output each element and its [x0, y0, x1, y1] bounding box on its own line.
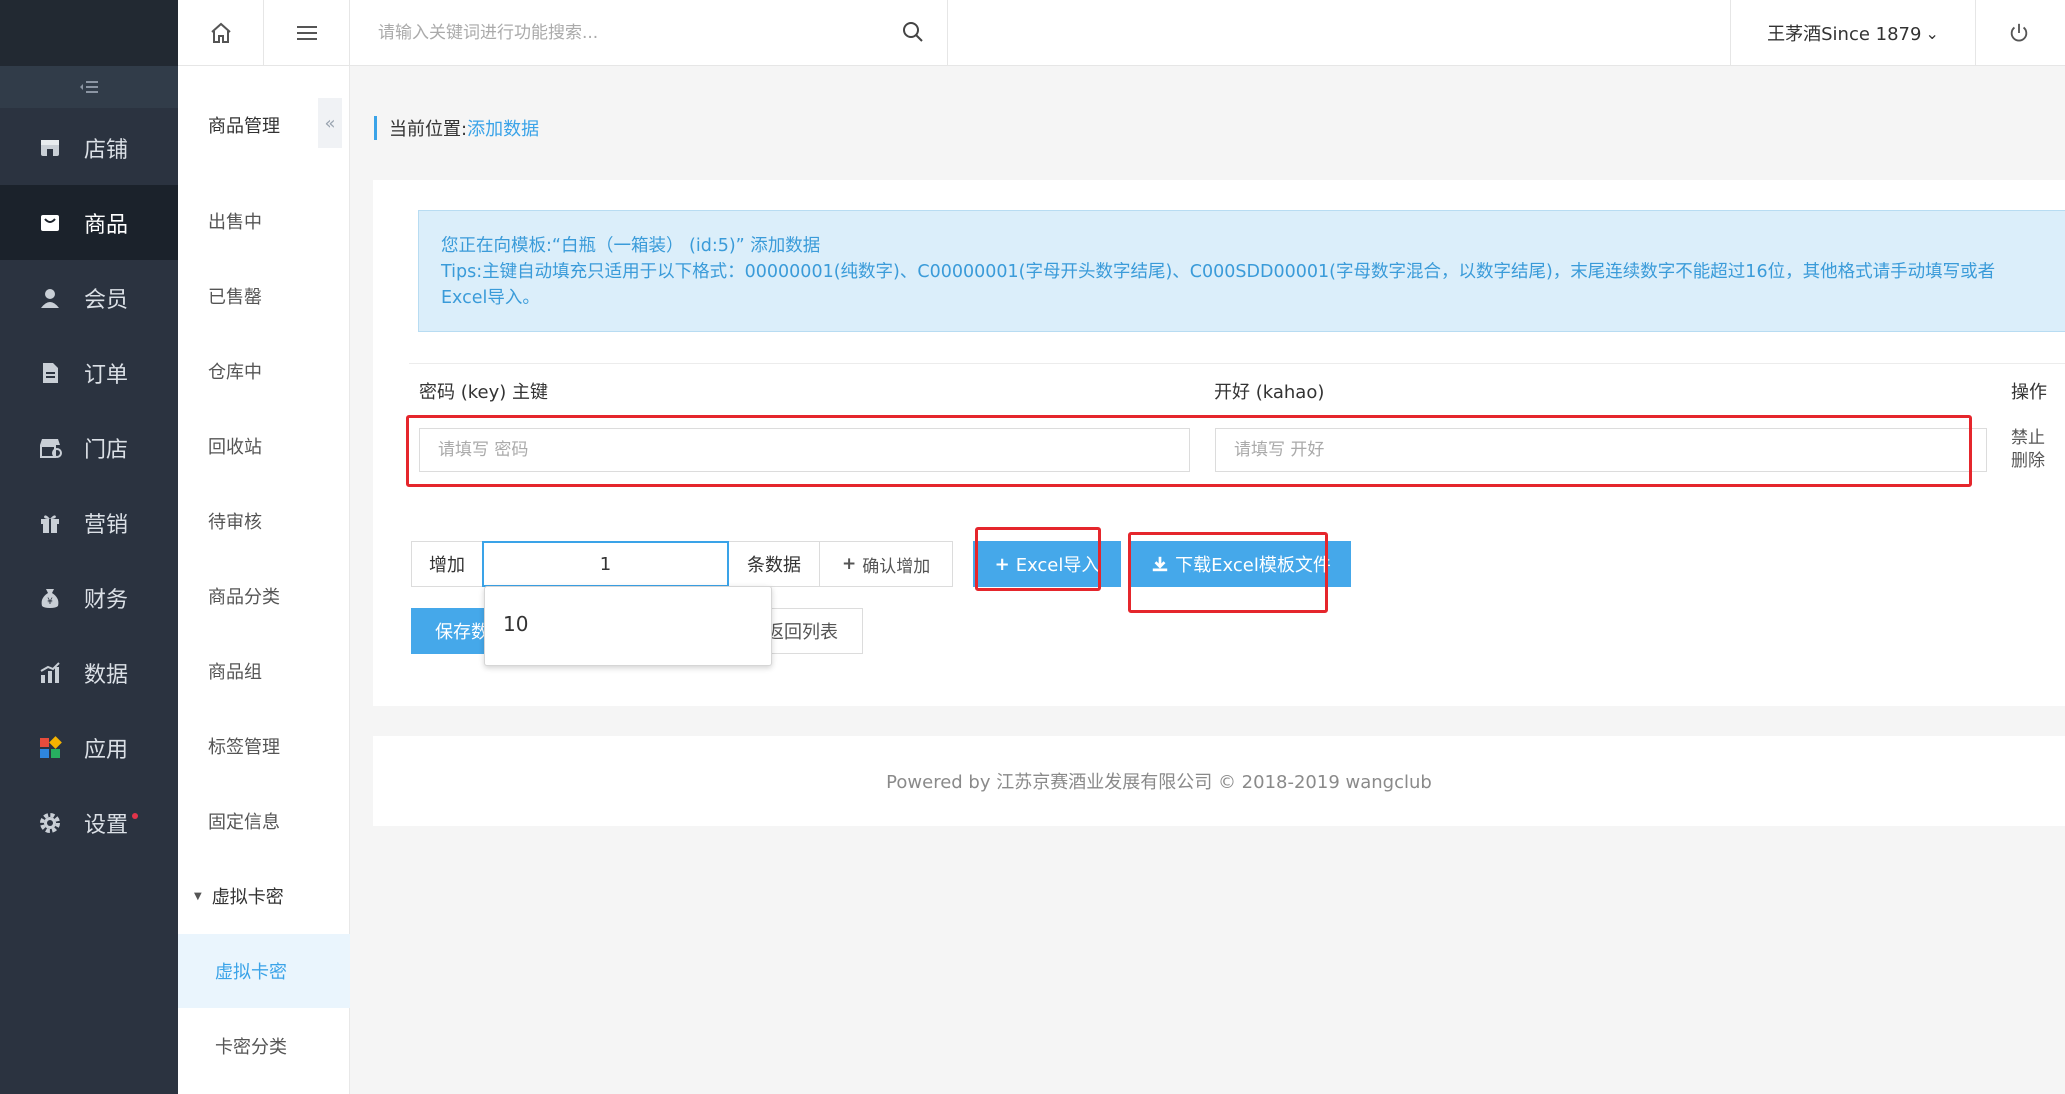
home-icon	[210, 22, 231, 43]
nav-label: 订单	[84, 362, 129, 388]
app-root: 店铺 商品 会员 订单 门店 营销 ¥ 财务 数据 应用 设置 商品管理 « 出…	[0, 0, 2065, 1094]
nav-item-goods[interactable]: 商品	[0, 185, 178, 260]
subnav-item-virtual-card[interactable]: 虚拟卡密	[178, 934, 350, 1008]
user-icon	[36, 284, 64, 312]
nav-label: 营销	[84, 512, 129, 538]
subnav-item-pending-review[interactable]: 待审核	[178, 484, 350, 558]
search-bar	[350, 0, 948, 66]
red-highlight-box	[975, 527, 1101, 591]
add-count-input[interactable]	[482, 541, 729, 587]
topbar: 王茅酒Since 1879 ⌄	[178, 0, 2065, 66]
table-header: 密码 (key) 主键 开好 (kahao) 操作	[409, 363, 2065, 413]
column-header-key: 密码 (key) 主键	[419, 382, 548, 403]
double-chevron-left-icon: «	[324, 112, 336, 134]
red-highlight-box	[406, 415, 1972, 487]
count-suggestion-dropdown: 10	[484, 586, 772, 666]
user-name: 王茅酒Since 1879	[1767, 24, 1922, 45]
shop-icon	[36, 434, 64, 462]
nav-item-member[interactable]: 会员	[0, 260, 178, 335]
footer-text: Powered by 江苏京赛酒业发展有限公司 © 2018-2019 wang…	[886, 772, 1432, 793]
footer: Powered by 江苏京赛酒业发展有限公司 © 2018-2019 wang…	[373, 736, 2065, 826]
home-button[interactable]	[178, 0, 264, 66]
nav-label: 应用	[84, 737, 129, 763]
search-icon[interactable]	[901, 20, 925, 44]
apps-icon	[36, 734, 64, 762]
breadcrumb-label: 当前位置:	[389, 119, 468, 140]
subnav-item-card-category[interactable]: 卡密分类	[178, 1009, 350, 1083]
search-input[interactable]	[378, 23, 878, 43]
nav-item-marketing[interactable]: 营销	[0, 485, 178, 560]
delete-link[interactable]: 删除	[2011, 446, 2045, 471]
confirm-add-label: 确认增加	[862, 556, 931, 577]
disable-link[interactable]: 禁止	[2011, 423, 2045, 448]
add-prefix-label: 增加	[411, 541, 483, 587]
menu-button[interactable]	[264, 0, 350, 66]
add-unit-label: 条数据	[729, 541, 820, 587]
subnav-item-recycle-bin[interactable]: 回收站	[178, 409, 350, 483]
chevron-down-icon: ⌄	[1925, 23, 1939, 43]
nav-label: 设置	[84, 812, 129, 838]
nav-item-shop[interactable]: 门店	[0, 410, 178, 485]
bar-chart-icon	[36, 659, 64, 687]
subnav-item-fixed-info[interactable]: 固定信息	[178, 784, 350, 858]
breadcrumb-current[interactable]: 添加数据	[467, 115, 539, 141]
svg-text:¥: ¥	[47, 597, 53, 607]
nav-item-data[interactable]: 数据	[0, 635, 178, 710]
subnav-item-category[interactable]: 商品分类	[178, 559, 350, 633]
subnav-item-sold-out[interactable]: 已售罄	[178, 259, 350, 333]
gear-icon	[36, 809, 64, 837]
nav-label: 会员	[84, 287, 129, 313]
notification-dot	[132, 812, 139, 819]
nav-label: 财务	[84, 587, 129, 613]
secondary-sidebar-title: 商品管理	[208, 116, 280, 137]
subnav-item-goods-group[interactable]: 商品组	[178, 634, 350, 708]
money-bag-icon: ¥	[36, 584, 64, 612]
nav-item-settings[interactable]: 设置	[0, 785, 178, 860]
subnav-group-label: 虚拟卡密	[211, 887, 284, 908]
red-highlight-box	[1128, 532, 1328, 613]
column-header-ops: 操作	[2011, 382, 2047, 403]
hamburger-icon	[296, 26, 317, 40]
nav-label: 门店	[84, 437, 129, 463]
dropdown-option[interactable]: 10	[503, 612, 771, 636]
store-icon	[36, 134, 64, 162]
plus-icon: +	[842, 554, 857, 574]
subnav-item-on-sale[interactable]: 出售中	[178, 184, 350, 258]
menu-collapse-icon	[80, 81, 98, 93]
alert-line-tips: Tips:主键自动填充只适用于以下格式：00000001(纯数字)、C00000…	[441, 262, 1996, 308]
breadcrumb: 当前位置: 添加数据	[374, 116, 539, 140]
add-rows-bar: 增加 条数据 + 确认增加	[411, 541, 954, 587]
subnav-group-virtual-card[interactable]: ▼ 虚拟卡密	[178, 859, 350, 933]
nav-label: 商品	[84, 212, 129, 238]
nav-label: 数据	[84, 662, 129, 688]
nav-item-store[interactable]: 店铺	[0, 110, 178, 185]
user-menu[interactable]: 王茅酒Since 1879 ⌄	[1730, 0, 1976, 66]
nav-item-order[interactable]: 订单	[0, 335, 178, 410]
column-header-kahao: 开好 (kahao)	[1214, 382, 1325, 403]
logout-button[interactable]	[1976, 0, 2062, 66]
caret-down-icon: ▼	[194, 890, 202, 902]
confirm-add-button[interactable]: + 确认增加	[820, 541, 954, 587]
alert-line-template: 您正在向模板:“白瓶（一箱装） (id:5)” 添加数据	[441, 236, 821, 256]
collapse-secondary-button[interactable]: «	[318, 98, 342, 148]
goods-icon	[36, 209, 64, 237]
secondary-sidebar: 商品管理 « 出售中 已售罄 仓库中 回收站 待审核 商品分类 商品组 标签管理…	[178, 0, 350, 1094]
power-icon	[2010, 23, 2028, 42]
subnav-item-tag-management[interactable]: 标签管理	[178, 709, 350, 783]
nav-label: 店铺	[84, 137, 129, 163]
nav-item-apps[interactable]: 应用	[0, 710, 178, 785]
primary-sidebar: 店铺 商品 会员 订单 门店 营销 ¥ 财务 数据 应用 设置	[0, 0, 178, 1094]
gift-icon	[36, 509, 64, 537]
nav-item-finance[interactable]: ¥ 财务	[0, 560, 178, 635]
logo-area	[0, 0, 178, 66]
sidebar-toggle[interactable]	[0, 66, 178, 108]
order-icon	[36, 359, 64, 387]
info-alert: 您正在向模板:“白瓶（一箱装） (id:5)” 添加数据 Tips:主键自动填充…	[418, 210, 2065, 332]
subnav-item-warehouse[interactable]: 仓库中	[178, 334, 350, 408]
